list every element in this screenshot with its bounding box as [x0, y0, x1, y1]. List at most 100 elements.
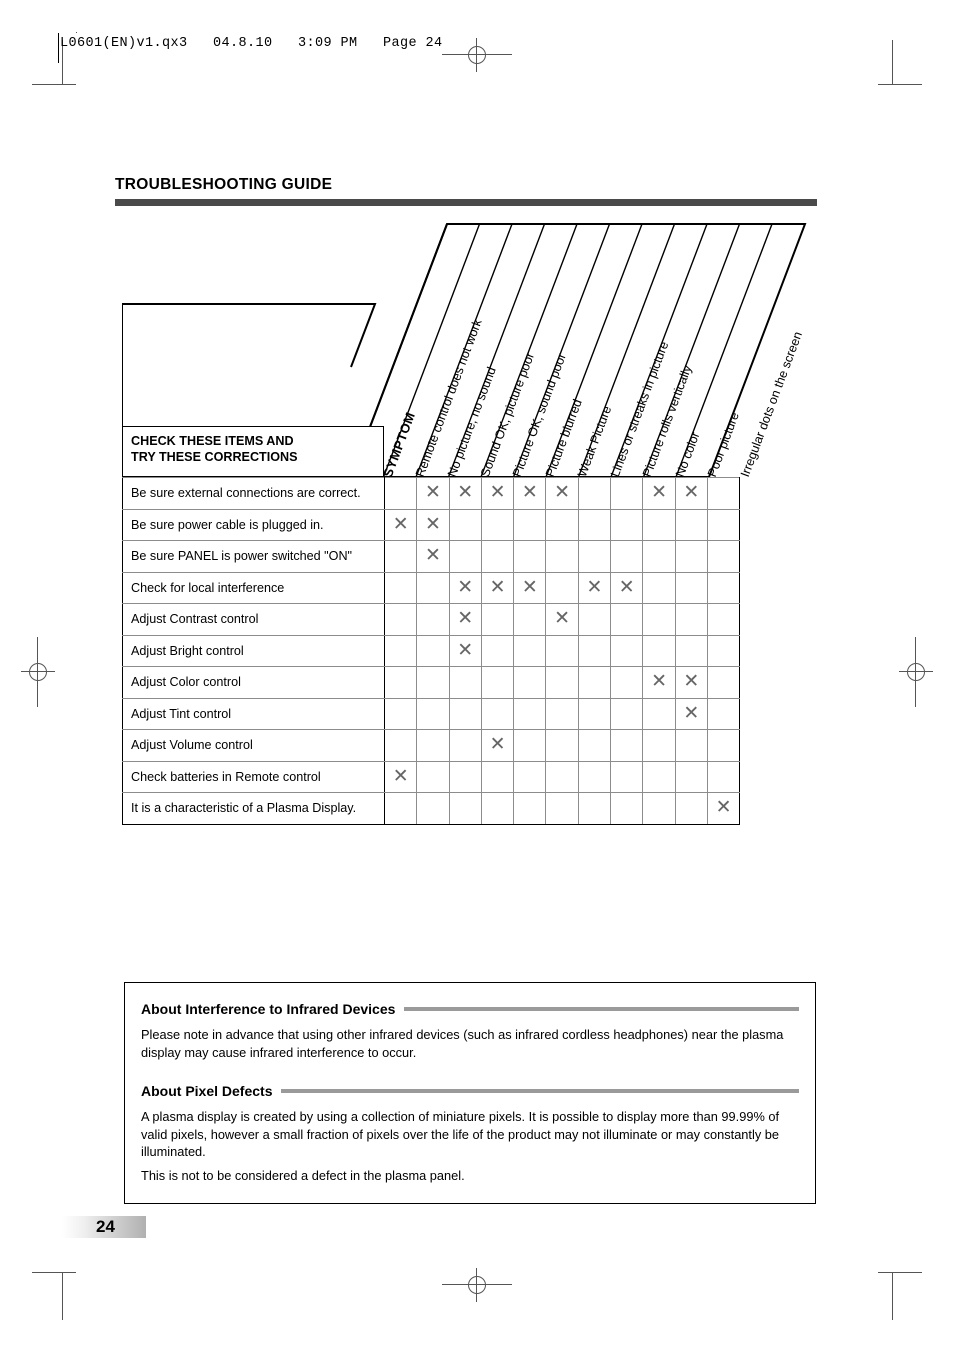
matrix-cell-empty: [416, 760, 450, 793]
x-mark-icon: ✕: [457, 575, 474, 598]
matrix-cell-marked: ✕: [577, 571, 612, 604]
matrix-cell-empty: [674, 792, 708, 825]
matrix-cell-empty: [706, 697, 741, 730]
matrix-cell-empty: [577, 477, 612, 510]
matrix-cell-empty: [545, 571, 579, 604]
matrix-cell-marked: ✕: [480, 477, 515, 510]
matrix-cell-empty: [448, 540, 482, 573]
matrix-cell-marked: ✕: [416, 540, 450, 573]
page-title-rule: [115, 199, 817, 206]
matrix-cell-empty: [383, 571, 418, 604]
matrix-cell-empty: [706, 540, 741, 573]
matrix-row: Adjust Color control ✕ ✕: [122, 666, 741, 699]
infrared-note-rule: [404, 1007, 799, 1011]
matrix-cell-empty: [448, 666, 482, 699]
matrix-cell-marked: ✕: [416, 508, 450, 541]
matrix-cell-empty: [480, 540, 515, 573]
matrix-cell-empty: [480, 634, 515, 667]
matrix-cell-empty: [706, 508, 741, 541]
matrix-cell-empty: [480, 697, 515, 730]
x-mark-icon: ✕: [489, 575, 506, 598]
x-mark-icon: ✕: [424, 512, 441, 535]
matrix-cell-marked: ✕: [416, 477, 450, 510]
registration-mark-top: [442, 38, 512, 72]
matrix-cell-empty: [383, 634, 418, 667]
registration-vline-icon: [476, 1268, 477, 1302]
matrix-cell-empty: [642, 792, 676, 825]
matrix-row: Be sure PANEL is power switched "ON" ✕: [122, 540, 741, 573]
registration-vline-icon: [37, 637, 38, 707]
x-mark-icon: ✕: [618, 575, 635, 598]
matrix-cell-empty: [480, 792, 515, 825]
matrix-cell-empty: [448, 508, 482, 541]
matrix-cell-empty: [416, 697, 450, 730]
matrix-cell-empty: [448, 697, 482, 730]
matrix-row-label: Adjust Color control: [122, 666, 385, 699]
matrix-cell-empty: [610, 792, 644, 825]
matrix-cell-marked: ✕: [448, 477, 482, 510]
matrix-cell-marked: ✕: [674, 666, 708, 699]
matrix-row: Be sure external connections are correct…: [122, 477, 741, 510]
matrix-cell-empty: [610, 697, 644, 730]
matrix-cell-marked: ✕: [383, 508, 418, 541]
matrix-cell-empty: [416, 634, 450, 667]
x-mark-icon: ✕: [715, 796, 732, 819]
x-mark-icon: ✕: [489, 733, 506, 756]
matrix-cell-empty: [545, 634, 579, 667]
matrix-cell-empty: [577, 729, 612, 762]
x-mark-icon: ✕: [554, 481, 571, 504]
matrix-row-label: Adjust Tint control: [122, 697, 385, 730]
matrix-cell-empty: [577, 634, 612, 667]
matrix-cell-empty: [513, 729, 547, 762]
matrix-cell-empty: [642, 603, 676, 636]
registration-circle-icon: [468, 46, 486, 64]
matrix-cell-empty: [383, 697, 418, 730]
matrix-cell-empty: [706, 666, 741, 699]
matrix-row: It is a characteristic of a Plasma Displ…: [122, 792, 741, 825]
matrix-cell-empty: [448, 729, 482, 762]
matrix-cell-empty: [577, 792, 612, 825]
matrix-cell-marked: ✕: [674, 477, 708, 510]
registration-hline-icon: [21, 671, 55, 672]
x-mark-icon: ✕: [554, 607, 571, 630]
registration-mark-right: [899, 637, 933, 707]
matrix-cell-empty: [383, 729, 418, 762]
matrix-cell-empty: [706, 760, 741, 793]
x-mark-icon: ✕: [392, 764, 409, 787]
crop-mark-right-bottom-v: [892, 1272, 893, 1320]
matrix-row: Be sure power cable is plugged in. ✕ ✕: [122, 508, 741, 541]
pixel-note-heading-row: About Pixel Defects: [141, 1083, 799, 1099]
registration-circle-icon: [468, 1276, 486, 1294]
matrix-cell-empty: [610, 508, 644, 541]
infrared-note-body: Please note in advance that using other …: [141, 1027, 784, 1060]
corner-header-line1: CHECK THESE ITEMS AND: [131, 434, 294, 448]
matrix-cell-marked: ✕: [480, 571, 515, 604]
x-mark-icon: ✕: [521, 481, 538, 504]
matrix-cell-empty: [610, 540, 644, 573]
page-title: TROUBLESHOOTING GUIDE: [115, 176, 333, 193]
matrix-cell-empty: [545, 760, 579, 793]
matrix-row-label: Be sure power cable is plugged in.: [122, 508, 385, 541]
registration-mark-bottom: [442, 1268, 512, 1302]
troubleshooting-matrix: Be sure external connections are correct…: [122, 477, 741, 825]
matrix-cell-empty: [383, 792, 418, 825]
x-mark-icon: ✕: [683, 670, 700, 693]
matrix-cell-empty: [577, 540, 612, 573]
registration-circle-icon: [29, 663, 47, 681]
matrix-cell-empty: [577, 508, 612, 541]
infrared-note-heading: About Interference to Infrared Devices: [141, 1001, 396, 1017]
matrix-cell-empty: [610, 603, 644, 636]
matrix-cell-empty: [383, 477, 418, 510]
x-mark-icon: ✕: [424, 544, 441, 567]
matrix-cell-marked: ✕: [513, 477, 547, 510]
matrix-row-label: Adjust Contrast control: [122, 603, 385, 636]
matrix-cell-marked: ✕: [448, 603, 482, 636]
matrix-cell-empty: [706, 603, 741, 636]
matrix-body: Be sure external connections are correct…: [122, 477, 741, 825]
matrix-cell-empty: [642, 697, 676, 730]
matrix-cell-empty: [577, 760, 612, 793]
matrix-row-label: Adjust Volume control: [122, 729, 385, 762]
matrix-cell-empty: [610, 760, 644, 793]
matrix-cell-marked: ✕: [545, 477, 579, 510]
crop-mark-top-left-v: [76, 32, 77, 33]
